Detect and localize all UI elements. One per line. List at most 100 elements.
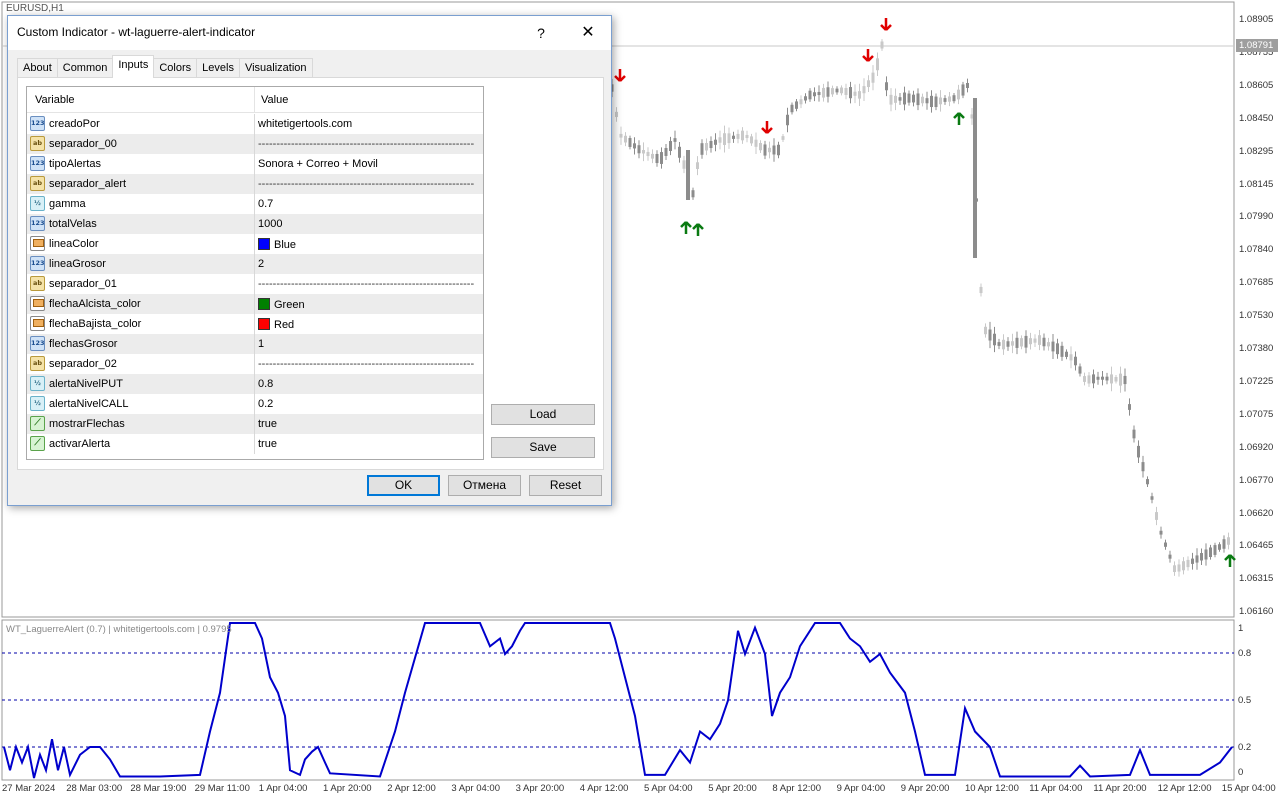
grid-row[interactable]: 123 creadoPor whitetigertools.com bbox=[27, 114, 483, 134]
candle-body bbox=[642, 150, 645, 154]
param-name: gamma bbox=[49, 198, 86, 210]
candle-body bbox=[709, 140, 713, 149]
grid-row[interactable]: ½ alertaNivelPUT 0.8 bbox=[27, 374, 483, 394]
param-value[interactable]: Blue bbox=[258, 238, 296, 251]
save-button[interactable]: Save bbox=[491, 437, 595, 458]
buy-arrow-icon bbox=[692, 223, 704, 236]
param-str-icon: ab bbox=[30, 176, 45, 191]
param-value[interactable]: 0.2 bbox=[258, 398, 273, 410]
param-int-icon: 123 bbox=[30, 156, 45, 171]
sell-arrow-icon bbox=[880, 18, 892, 31]
chart-symbol-label: EURUSD,H1 bbox=[6, 3, 64, 14]
candle-body bbox=[993, 333, 996, 346]
param-dbl-icon: ½ bbox=[30, 396, 45, 411]
grid-row[interactable]: lineaColor Blue bbox=[27, 234, 483, 254]
param-value[interactable]: 2 bbox=[258, 258, 264, 270]
candle-body bbox=[633, 143, 636, 149]
time-tick-label: 3 Apr 04:00 bbox=[451, 783, 500, 794]
col-header-variable[interactable]: Variable bbox=[35, 94, 75, 106]
grid-row[interactable]: ab separador_01 --------------------------… bbox=[27, 274, 483, 294]
candle-body bbox=[804, 96, 807, 101]
candle-body bbox=[1096, 376, 1100, 380]
param-value[interactable]: 1 bbox=[258, 338, 264, 350]
param-value[interactable]: 1000 bbox=[258, 218, 282, 230]
candle-body bbox=[664, 148, 668, 156]
grid-row[interactable]: ab separador_00 --------------------------… bbox=[27, 134, 483, 154]
grid-header: Variable Value bbox=[27, 87, 483, 113]
candle-body bbox=[705, 143, 708, 151]
param-name: separador_02 bbox=[49, 358, 117, 370]
param-name: alertaNivelPUT bbox=[49, 378, 123, 390]
reset-button[interactable]: Reset bbox=[529, 475, 602, 496]
grid-row[interactable]: ⟋ activarAlerta true bbox=[27, 434, 483, 454]
candle-body bbox=[984, 326, 987, 335]
help-button[interactable]: ? bbox=[526, 19, 556, 47]
param-value[interactable]: ----------------------------------------… bbox=[258, 278, 474, 290]
candle-body bbox=[1173, 565, 1176, 573]
param-value[interactable]: ----------------------------------------… bbox=[258, 358, 474, 370]
grid-row[interactable]: flechaAlcista_color Green bbox=[27, 294, 483, 314]
param-value[interactable]: ----------------------------------------… bbox=[258, 178, 474, 190]
price-tick-label: 1.06920 bbox=[1239, 441, 1274, 453]
param-value[interactable]: 0.8 bbox=[258, 378, 273, 390]
param-name: alertaNivelCALL bbox=[49, 398, 129, 410]
grid-row[interactable]: 123 totalVelas 1000 bbox=[27, 214, 483, 234]
sell-arrow-icon bbox=[614, 69, 626, 82]
param-value[interactable]: whitetigertools.com bbox=[258, 118, 352, 130]
col-header-value[interactable]: Value bbox=[261, 94, 288, 106]
candle-body bbox=[916, 93, 920, 106]
color-name: Red bbox=[274, 319, 295, 331]
tab-colors[interactable]: Colors bbox=[153, 58, 198, 78]
grid-row[interactable]: ½ alertaNivelCALL 0.2 bbox=[27, 394, 483, 414]
indicator-tick-label: 0 bbox=[1238, 767, 1244, 778]
candle-body bbox=[678, 146, 681, 158]
param-value[interactable]: 0.7 bbox=[258, 198, 273, 210]
tab-inputs[interactable]: Inputs bbox=[112, 55, 155, 78]
load-button[interactable]: Load bbox=[491, 404, 595, 425]
candle-body bbox=[1069, 354, 1073, 361]
param-value[interactable]: Sonora + Correo + Movil bbox=[258, 158, 378, 170]
cell-divider bbox=[254, 234, 255, 254]
tab-common[interactable]: Common bbox=[56, 58, 114, 78]
grid-row[interactable]: ⟋ mostrarFlechas true bbox=[27, 414, 483, 434]
param-name: separador_alert bbox=[49, 178, 127, 190]
indicator-tick-label: 0.2 bbox=[1238, 742, 1252, 753]
cancel-button[interactable]: Отмена bbox=[448, 475, 521, 496]
tab-levels[interactable]: Levels bbox=[196, 58, 240, 78]
candle-body bbox=[795, 101, 798, 109]
param-value[interactable]: Red bbox=[258, 318, 294, 331]
tab-visualization[interactable]: Visualization bbox=[238, 58, 313, 78]
grid-row[interactable]: ab separador_02 --------------------------… bbox=[27, 354, 483, 374]
price-tick-label: 1.07225 bbox=[1239, 375, 1274, 387]
grid-row[interactable]: 123 flechasGrosor 1 bbox=[27, 334, 483, 354]
candle-body bbox=[1060, 345, 1064, 357]
candle-body bbox=[1182, 561, 1185, 571]
price-tick-label: 1.06770 bbox=[1239, 474, 1274, 486]
grid-row[interactable]: 123 tipoAlertas Sonora + Correo + Movil bbox=[27, 154, 483, 174]
candle-body bbox=[1110, 374, 1113, 384]
grid-row[interactable]: ab separador_alert -----------------------… bbox=[27, 174, 483, 194]
grid-row[interactable]: ½ gamma 0.7 bbox=[27, 194, 483, 214]
custom-indicator-dialog: Custom Indicator - wt-laguerre-alert-ind… bbox=[7, 15, 612, 506]
close-button[interactable]: ✕ bbox=[571, 19, 605, 47]
param-value[interactable]: true bbox=[258, 438, 277, 450]
dialog-titlebar[interactable]: Custom Indicator - wt-laguerre-alert-ind… bbox=[8, 16, 611, 50]
time-tick-label: 10 Apr 12:00 bbox=[965, 783, 1019, 794]
param-value[interactable]: ----------------------------------------… bbox=[258, 138, 474, 150]
candle-body bbox=[1168, 554, 1172, 559]
param-value[interactable]: true bbox=[258, 418, 277, 430]
candle-body bbox=[979, 286, 983, 294]
param-dbl-icon: ½ bbox=[30, 376, 45, 391]
candle-body bbox=[1056, 343, 1059, 355]
param-value[interactable]: Green bbox=[258, 298, 305, 311]
inputs-grid[interactable]: Variable Value 123 creadoPor whitetigertoo… bbox=[26, 86, 484, 460]
candle-body bbox=[763, 144, 767, 156]
grid-row[interactable]: flechaBajista_color Red bbox=[27, 314, 483, 334]
grid-row[interactable]: 123 lineaGrosor 2 bbox=[27, 254, 483, 274]
ok-button[interactable]: OK bbox=[367, 475, 440, 496]
separator-value: ----------------------------------------… bbox=[258, 278, 474, 290]
tab-about[interactable]: About bbox=[17, 58, 58, 78]
param-name: activarAlerta bbox=[49, 438, 111, 450]
candle-body bbox=[831, 88, 834, 95]
cell-divider bbox=[254, 394, 255, 414]
